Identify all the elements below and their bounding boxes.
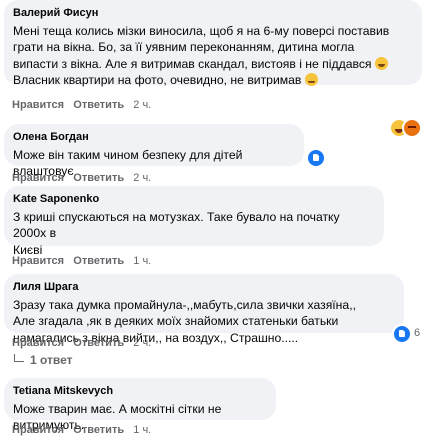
replies-count-label: 1 ответ xyxy=(30,353,73,367)
reply-link[interactable]: Ответить xyxy=(73,172,124,184)
comment-author[interactable]: Kate Saponenko xyxy=(13,192,375,206)
like-link[interactable]: Нравится xyxy=(12,255,64,267)
comment-author[interactable]: Олена Богдан xyxy=(13,130,295,144)
comment-time[interactable]: 2 ч. xyxy=(133,337,151,349)
comment-time[interactable]: 1 ч. xyxy=(133,255,151,267)
comment-line: випасти з вікна. Але я витримав скандал,… xyxy=(13,56,413,72)
reply-link[interactable]: Ответить xyxy=(73,424,124,436)
comment-bubble: Валерий Фисун Мені теща колись мізки вин… xyxy=(4,0,422,88)
like-reaction-icon xyxy=(306,148,326,168)
comment-author[interactable]: Лиля Шрага xyxy=(13,280,395,294)
comment-line-text: Власник квартири на фото, очевидно, не в… xyxy=(13,72,302,87)
comment-time[interactable]: 2 ч. xyxy=(133,172,151,184)
comment-line: грати на вікна. Бо, за її уявним перекон… xyxy=(13,40,355,55)
comment-actions: Нравится Ответить 2 ч. xyxy=(12,337,151,349)
comment-author[interactable]: Tetiana Mitskevych xyxy=(13,384,267,398)
comment-line: Власник квартири на фото, очевидно, не в… xyxy=(13,72,413,88)
comment-actions: Нравится Ответить 2 ч. xyxy=(12,99,151,111)
like-link[interactable]: Нравится xyxy=(12,337,64,349)
comment-bubble: Олена Богдан Може він таким чином безпек… xyxy=(4,124,304,178)
grimace-emoji xyxy=(304,72,318,86)
comment-text: З криші спускаються на мотузках. Таке бу… xyxy=(13,209,375,258)
like-link[interactable]: Нравится xyxy=(12,424,64,436)
comment-author[interactable]: Валерий Фисун xyxy=(13,6,413,20)
comment-bubble: Kate Saponenko З криші спускаються на мо… xyxy=(4,186,384,257)
comment-line: Зразу така думка промайнула-,,мабуть,сил… xyxy=(13,298,356,312)
comment-line: Але згадала ,як в деяких моїх знайомих с… xyxy=(13,314,339,329)
comment-actions: Нравится Ответить 1 ч. xyxy=(12,424,151,436)
comment-line: Мені теща колись мізки виносила, щоб я н… xyxy=(13,24,390,38)
comment-time[interactable]: 1 ч. xyxy=(133,424,151,436)
comment-line-text: випасти з вікна. Але я витримав скандал,… xyxy=(13,56,372,71)
grinning-emoji xyxy=(374,56,388,70)
reply-link[interactable]: Ответить xyxy=(73,99,124,111)
comment-text: Мені теща колись мізки виносила, щоб я н… xyxy=(13,23,413,88)
reply-link[interactable]: Ответить xyxy=(73,337,124,349)
comment-actions: Нравится Ответить 1 ч. xyxy=(12,255,151,267)
like-reaction-icon xyxy=(392,324,412,344)
comment-line: З криші спускаються на мотузках. Таке бу… xyxy=(13,210,340,241)
reply-link[interactable]: Ответить xyxy=(73,255,124,267)
comment-bubble: Лиля Шрага Зразу така думка промайнула-,… xyxy=(4,274,404,345)
comment-actions: Нравится Ответить 2 ч. xyxy=(12,172,151,184)
reply-arrow-icon xyxy=(14,354,24,362)
view-replies-link[interactable]: 1 ответ xyxy=(14,353,73,367)
reaction-count: 6 xyxy=(414,327,421,339)
angry-reaction-icon xyxy=(402,118,422,138)
comment-time[interactable]: 2 ч. xyxy=(133,99,151,111)
like-link[interactable]: Нравится xyxy=(12,99,64,111)
comment-bubble: Tetiana Mitskevych Може тварин має. А мо… xyxy=(4,378,276,432)
like-link[interactable]: Нравится xyxy=(12,172,64,184)
